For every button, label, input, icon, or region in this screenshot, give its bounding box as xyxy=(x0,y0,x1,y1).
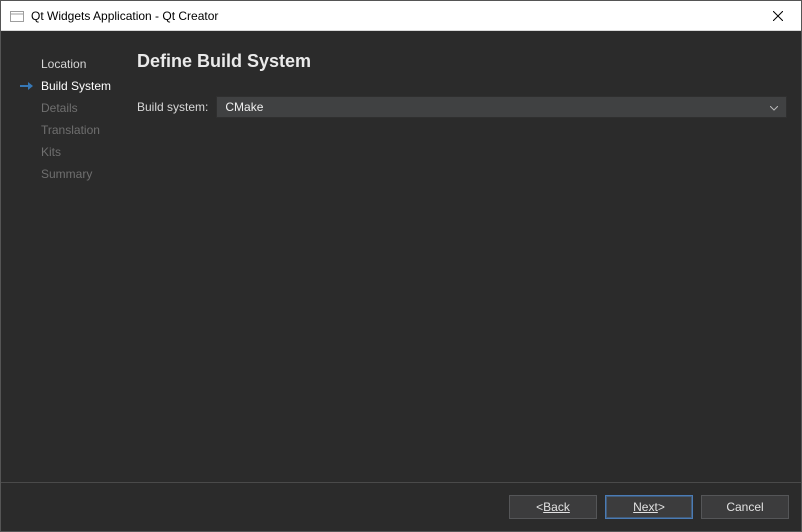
window-title: Qt Widgets Application - Qt Creator xyxy=(31,9,218,23)
titlebar: Qt Widgets Application - Qt Creator xyxy=(1,1,801,31)
arrow-right-icon xyxy=(19,81,35,91)
back-button[interactable]: < Back xyxy=(509,495,597,519)
step-summary: Summary xyxy=(19,163,137,185)
step-details: Details xyxy=(19,97,137,119)
next-mnemonic: Next xyxy=(633,500,658,514)
step-translation: Translation xyxy=(19,119,137,141)
next-button[interactable]: Next > xyxy=(605,495,693,519)
step-kits: Kits xyxy=(19,141,137,163)
main-split: Location Build System Details Translatio… xyxy=(1,31,801,482)
close-icon xyxy=(773,11,783,21)
wizard-steps-sidebar: Location Build System Details Translatio… xyxy=(1,31,137,482)
step-label: Summary xyxy=(41,167,92,181)
step-location: Location xyxy=(19,53,137,75)
step-label: Details xyxy=(41,101,78,115)
step-label: Translation xyxy=(41,123,100,137)
page-title: Define Build System xyxy=(137,51,787,72)
step-label: Build System xyxy=(41,79,111,93)
back-mnemonic: Back xyxy=(543,500,570,514)
titlebar-left: Qt Widgets Application - Qt Creator xyxy=(9,8,218,24)
cancel-button[interactable]: Cancel xyxy=(701,495,789,519)
close-button[interactable] xyxy=(755,1,801,31)
wizard-footer: < Back Next > Cancel xyxy=(1,483,801,531)
build-system-value: CMake xyxy=(225,100,263,114)
build-system-label: Build system: xyxy=(137,100,208,114)
chevron-down-icon xyxy=(770,100,778,114)
step-label: Kits xyxy=(41,145,61,159)
cancel-label: Cancel xyxy=(726,500,763,514)
step-build-system: Build System xyxy=(19,75,137,97)
build-system-row: Build system: CMake xyxy=(137,96,787,118)
step-label: Location xyxy=(41,57,86,71)
build-system-select[interactable]: CMake xyxy=(216,96,787,118)
wizard-content: Define Build System Build system: CMake xyxy=(137,31,801,482)
app-icon xyxy=(9,8,25,24)
wizard-body: Location Build System Details Translatio… xyxy=(1,31,801,531)
